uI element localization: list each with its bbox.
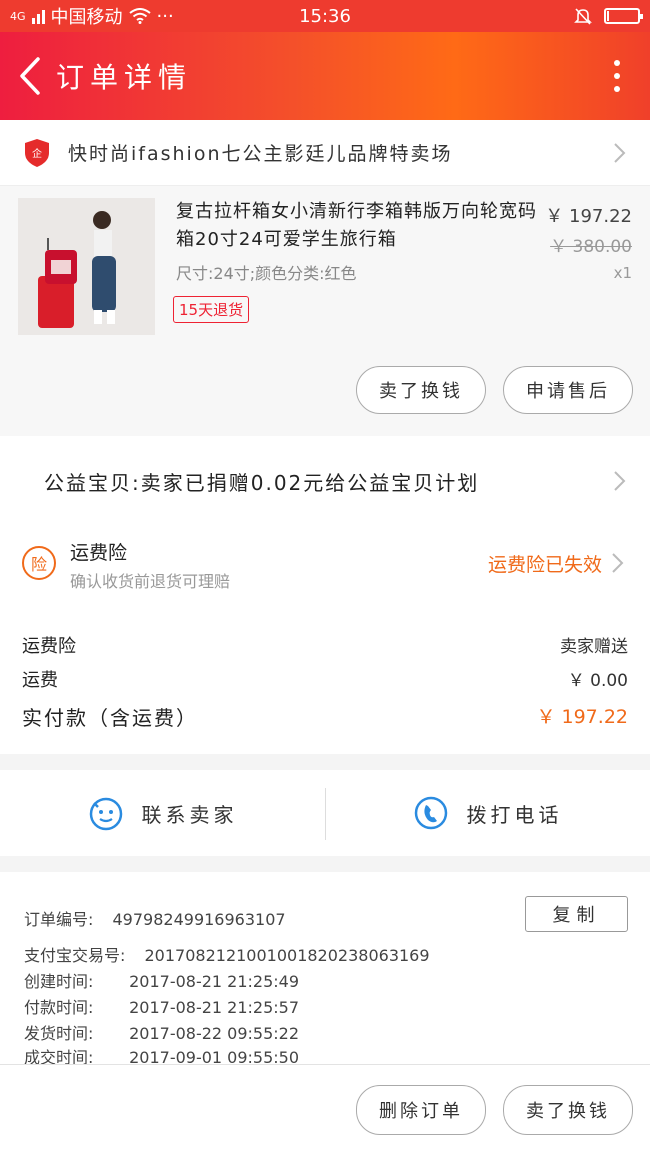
order-number-row: 订单编号: 49798249916963107 bbox=[24, 906, 286, 930]
contact-seller-label: 联系卖家 bbox=[141, 802, 238, 827]
cost-row: 运费 ￥ 0.00 bbox=[22, 666, 628, 692]
info-key: 创建时间: bbox=[24, 972, 94, 991]
phone-icon bbox=[414, 796, 447, 830]
chevron-right-icon bbox=[614, 471, 626, 491]
created-time-row: 创建时间: 2017-08-21 21:25:49 bbox=[24, 968, 299, 992]
charity-row[interactable]: 公益宝贝:卖家已捐赠0.02元给公益宝贝计划 bbox=[0, 436, 650, 526]
contact-bar: 联系卖家 拨打电话 bbox=[0, 770, 650, 856]
original-price: ￥ 380.00 bbox=[550, 237, 632, 257]
svg-text:企: 企 bbox=[32, 147, 42, 160]
chevron-right-icon bbox=[614, 142, 626, 163]
more-dot bbox=[614, 86, 620, 92]
network-type: 4G bbox=[10, 9, 26, 23]
bottom-action-bar: 删除订单 卖了换钱 bbox=[0, 1064, 650, 1155]
product-spec: 尺寸:24寸;颜色分类:红色 bbox=[176, 264, 357, 283]
info-value: 2017-08-21 21:25:49 bbox=[129, 972, 300, 991]
total-paid-value: ￥ 197.22 bbox=[536, 706, 628, 728]
cost-value: 卖家赠送 bbox=[560, 637, 628, 657]
signal-icon bbox=[31, 8, 45, 24]
shop-row[interactable]: 企 快时尚ifashion七公主影廷儿品牌特卖场 bbox=[0, 120, 650, 186]
contact-seller-button[interactable]: 联系卖家 bbox=[0, 770, 325, 856]
return-policy-badge: 15天退货 bbox=[173, 296, 250, 323]
chevron-left-icon bbox=[20, 57, 40, 95]
charity-text: 公益宝贝:卖家已捐赠0.02元给公益宝贝计划 bbox=[44, 470, 480, 495]
battery-icon bbox=[604, 8, 643, 24]
chat-face-icon bbox=[89, 797, 122, 831]
total-paid-row: 实付款（含运费） ￥ 197.22 bbox=[22, 702, 628, 731]
info-key: 支付宝交易号: bbox=[24, 946, 126, 965]
paid-time-row: 付款时间: 2017-08-21 21:25:57 bbox=[24, 994, 299, 1018]
sell-for-cash-button[interactable]: 卖了换钱 bbox=[356, 366, 486, 414]
cost-value: ￥ 0.00 bbox=[567, 671, 628, 691]
back-button[interactable] bbox=[6, 46, 54, 106]
status-bar: 4G 中国移动 ··· 15:36 bbox=[0, 0, 650, 32]
call-phone-label: 拨打电话 bbox=[466, 802, 563, 827]
insurance-title: 运费险 bbox=[70, 542, 128, 564]
navigation-header: 订单详情 bbox=[0, 32, 650, 120]
sell-for-cash-button-bottom[interactable]: 卖了换钱 bbox=[503, 1085, 633, 1135]
info-key: 订单编号: bbox=[24, 910, 94, 929]
status-dots: ··· bbox=[156, 5, 174, 27]
product-image bbox=[18, 198, 155, 335]
more-menu-button[interactable] bbox=[614, 60, 620, 92]
copy-order-number-button[interactable]: 复制 bbox=[525, 896, 628, 932]
product-title[interactable]: 复古拉杆箱女小清新行李箱韩版万向轮宽码箱20寸24可爱学生旅行箱 bbox=[176, 198, 546, 254]
shipping-insurance-row[interactable]: 险 运费险 确认收货前退货可理赔 运费险已失效 bbox=[0, 526, 650, 606]
delete-order-button[interactable]: 删除订单 bbox=[356, 1085, 486, 1135]
order-number: 49798249916963107 bbox=[112, 910, 286, 929]
insurance-subtitle: 确认收货前退货可理赔 bbox=[70, 572, 231, 591]
apply-aftersale-button[interactable]: 申请售后 bbox=[503, 366, 633, 414]
call-phone-button[interactable]: 拨打电话 bbox=[325, 770, 650, 856]
alipay-trade-row: 支付宝交易号: 2017082121001001820238063169 bbox=[24, 942, 430, 966]
order-info: 订单编号: 49798249916963107 复制 支付宝交易号: 20170… bbox=[0, 872, 650, 1067]
wifi-icon bbox=[128, 8, 151, 24]
more-vertical-icon bbox=[614, 60, 620, 66]
info-value: 2017-08-22 09:55:22 bbox=[129, 1024, 300, 1043]
cost-summary: 运费险 卖家赠送 运费 ￥ 0.00 实付款（含运费） ￥ 197.22 bbox=[0, 606, 650, 754]
product-item[interactable]: 复古拉杆箱女小清新行李箱韩版万向轮宽码箱20寸24可爱学生旅行箱 尺寸:24寸;… bbox=[0, 186, 650, 436]
enterprise-shop-icon: 企 bbox=[25, 138, 49, 167]
insurance-icon: 险 bbox=[22, 546, 56, 580]
shop-name: 快时尚ifashion七公主影廷儿品牌特卖场 bbox=[68, 143, 453, 165]
insurance-status: 运费险已失效 bbox=[487, 554, 602, 576]
product-price: ￥ 197.22 bbox=[545, 206, 632, 227]
cost-label: 运费险 bbox=[22, 636, 76, 657]
mute-bell-icon bbox=[574, 8, 592, 25]
shipped-time-row: 发货时间: 2017-08-22 09:55:22 bbox=[24, 1020, 299, 1044]
total-paid-label: 实付款（含运费） bbox=[22, 706, 198, 730]
carrier-name: 中国移动 bbox=[50, 7, 123, 28]
alipay-trade-number: 2017082121001001820238063169 bbox=[144, 946, 430, 965]
info-key: 发货时间: bbox=[24, 1024, 94, 1043]
chevron-right-icon bbox=[612, 553, 624, 573]
product-quantity: x1 bbox=[613, 264, 632, 282]
product-thumbnail[interactable] bbox=[18, 198, 155, 335]
page-title: 订单详情 bbox=[56, 61, 193, 94]
cost-label: 运费 bbox=[22, 670, 58, 691]
info-key: 付款时间: bbox=[24, 998, 94, 1017]
info-value: 2017-08-21 21:25:57 bbox=[129, 998, 300, 1017]
divider bbox=[325, 788, 326, 840]
cost-row: 运费险 卖家赠送 bbox=[22, 632, 628, 658]
more-dot bbox=[614, 73, 620, 79]
